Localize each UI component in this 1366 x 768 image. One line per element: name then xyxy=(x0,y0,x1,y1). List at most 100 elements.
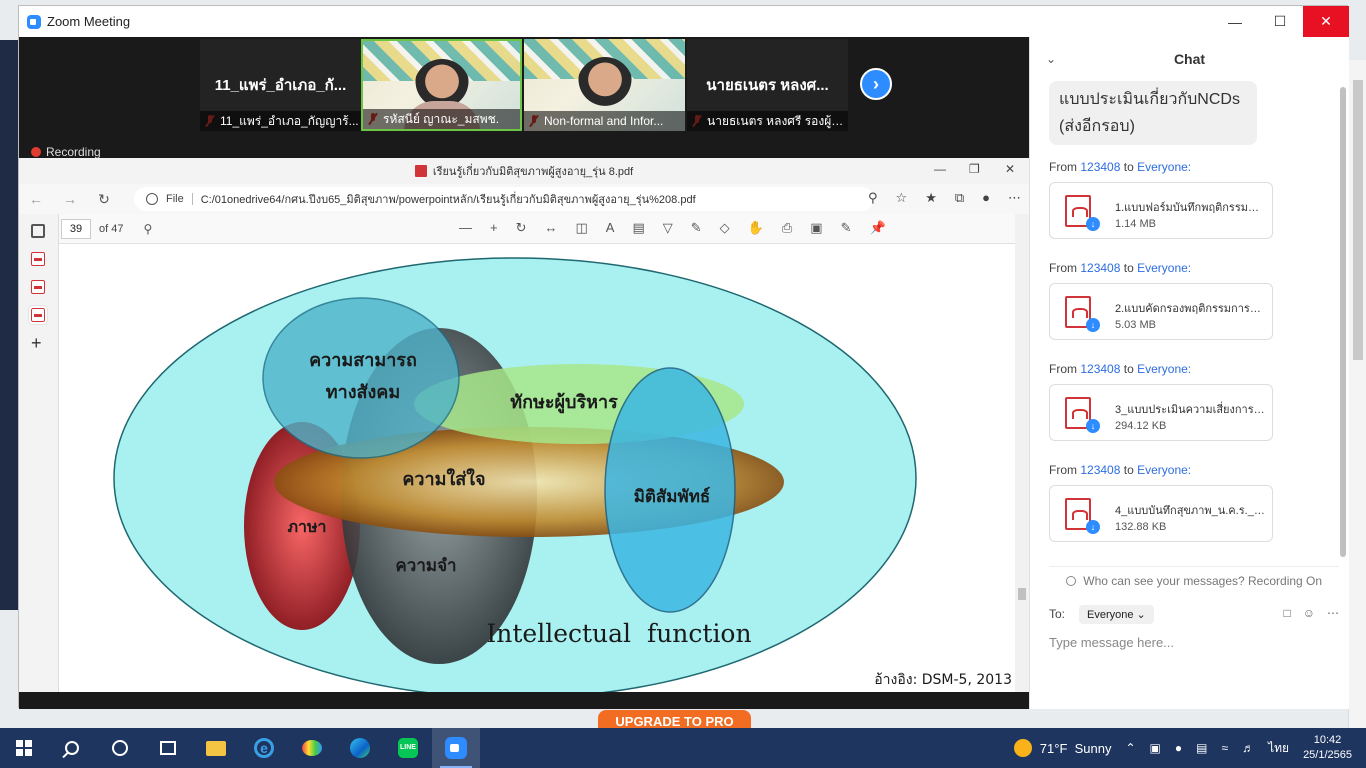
input-language[interactable]: ไทย xyxy=(1268,739,1289,758)
pdf-tab-icon-selected[interactable] xyxy=(29,306,47,324)
refresh-icon[interactable]: ↻ xyxy=(87,191,121,208)
intellectual-function-label: Intellectual function xyxy=(486,619,751,648)
who-can-see-link[interactable]: Who can see your messages? Recording On xyxy=(1049,566,1339,588)
sender-name[interactable]: 123408 xyxy=(1080,160,1120,174)
pdf-maximize-button[interactable]: ❐ xyxy=(969,162,980,176)
zoom-out-icon[interactable]: — xyxy=(459,220,472,236)
recipient-name[interactable]: Everyone: xyxy=(1137,463,1191,477)
touch-icon[interactable]: ✋ xyxy=(748,220,764,236)
pdf-minimize-button[interactable]: — xyxy=(934,162,946,176)
info-icon[interactable] xyxy=(146,193,158,205)
start-button[interactable] xyxy=(0,728,48,768)
participant-tile-active-speaker[interactable]: รหัสนีย์ ญาณะ_มสพช. xyxy=(361,39,522,131)
recording-indicator: Recording xyxy=(31,145,101,159)
save-as-icon[interactable]: ✎ xyxy=(841,220,852,236)
highlight-icon[interactable]: ✎ xyxy=(691,220,702,236)
favorite-star-icon[interactable]: ☆ xyxy=(896,190,908,206)
network-icon[interactable]: ▤ xyxy=(1196,741,1207,755)
pin-toolbar-icon[interactable]: 📌 xyxy=(869,220,885,236)
line-button[interactable]: LINE xyxy=(384,728,432,768)
recipient-name[interactable]: Everyone: xyxy=(1137,362,1191,376)
paint-button[interactable] xyxy=(288,728,336,768)
next-page-arrow-icon[interactable]: › xyxy=(860,68,892,100)
emoji-icon[interactable]: ☺ xyxy=(1303,606,1315,620)
recipient-name[interactable]: Everyone: xyxy=(1137,160,1191,174)
participant-tile[interactable]: นายธเนตร หลงศ... นายธเนตร หลงศรี รองผู้อ… xyxy=(687,39,848,131)
who-can-see-text: Who can see your messages? Recording On xyxy=(1083,574,1323,588)
from-prefix: From xyxy=(1049,160,1077,174)
rotate-icon[interactable]: ↻ xyxy=(516,220,527,236)
task-view-button[interactable] xyxy=(144,728,192,768)
participant-tile[interactable]: 11_แพร่_อำเภอ_กั... 11_แพร่_อำเภอ_กัญญาร… xyxy=(200,39,361,131)
sender-name[interactable]: 123408 xyxy=(1080,463,1120,477)
file-explorer-button[interactable] xyxy=(192,728,240,768)
draw-icon[interactable]: ▽ xyxy=(663,220,673,236)
save-icon[interactable]: ▣ xyxy=(810,220,822,236)
download-icon[interactable]: ↓ xyxy=(1086,419,1100,433)
weather-text[interactable]: 71°F Sunny xyxy=(1040,741,1112,756)
clock[interactable]: 10:42 25/1/2565 xyxy=(1303,733,1352,763)
sender-name[interactable]: 123408 xyxy=(1080,362,1120,376)
contents-icon[interactable] xyxy=(31,224,45,238)
page-number-input[interactable]: 39 xyxy=(61,218,91,239)
show-hidden-icons-chevron-icon[interactable]: ⌃ xyxy=(1125,741,1135,755)
background-scrollbar[interactable] xyxy=(1348,60,1366,728)
wifi-icon[interactable]: ≈ xyxy=(1221,741,1228,755)
pdf-scrollbar[interactable] xyxy=(1015,214,1029,692)
zoom-in-icon[interactable]: + xyxy=(490,220,498,236)
collections-icon[interactable]: ⧉ xyxy=(955,190,964,206)
download-icon[interactable]: ↓ xyxy=(1086,520,1100,534)
fit-page-icon[interactable]: ↔ xyxy=(545,220,558,236)
forward-arrow-icon[interactable]: → xyxy=(53,191,87,207)
file-attachment[interactable]: ↓ 4_แบบบันทึกสุขภาพ_น.ค.ร._ส.ว.... 132.8… xyxy=(1049,485,1273,542)
file-size: 1.14 MB xyxy=(1115,218,1156,230)
pdf-close-button[interactable]: ✕ xyxy=(1005,162,1015,176)
minimize-button[interactable]: — xyxy=(1212,6,1258,37)
zoom-logo-icon xyxy=(27,14,41,29)
text-box-icon[interactable]: ▤ xyxy=(632,220,644,236)
camera-in-use-icon[interactable]: ▣ xyxy=(1150,741,1161,755)
chat-scrollbar[interactable] xyxy=(1340,87,1348,567)
pdf-tab-icon[interactable] xyxy=(31,280,45,294)
edge-button[interactable] xyxy=(336,728,384,768)
find-search-icon[interactable]: ⚲ xyxy=(143,222,152,236)
recipient-name[interactable]: Everyone: xyxy=(1137,261,1191,275)
file-share-icon[interactable]: □ xyxy=(1283,606,1290,620)
recipient-value: Everyone xyxy=(1087,608,1134,621)
chevron-down-icon[interactable]: ⌄ xyxy=(1046,37,1056,81)
profile-avatar-icon[interactable]: ● xyxy=(982,190,990,206)
file-attachment[interactable]: ↓ 1.แบบฟอร์มบันทึกพฤติกรรมสุขภา... 1.14 … xyxy=(1049,182,1273,239)
more-icon[interactable]: ⋯ xyxy=(1327,606,1339,620)
participant-video xyxy=(576,57,633,113)
file-attachment[interactable]: ↓ 2.แบบคัดกรองพฤติกรรมการบริโภ... 5.03 M… xyxy=(1049,283,1273,340)
edge-icon xyxy=(350,738,370,758)
favorites-icon[interactable]: ★ xyxy=(925,190,937,206)
recipient-dropdown[interactable]: Everyone ⌄ xyxy=(1079,604,1154,624)
eraser-icon[interactable]: ◇ xyxy=(720,220,730,236)
cortana-button[interactable] xyxy=(96,728,144,768)
participant-tile[interactable]: Non-formal and Infor... xyxy=(524,39,685,131)
download-icon[interactable]: ↓ xyxy=(1086,318,1100,332)
zoom-search-icon[interactable]: ⚲ xyxy=(868,190,878,206)
close-button[interactable]: ✕ xyxy=(1303,6,1349,37)
volume-icon[interactable]: ♬ xyxy=(1242,741,1254,755)
back-arrow-icon[interactable]: ← xyxy=(19,191,53,207)
add-icon[interactable]: + xyxy=(31,334,45,352)
participant-display-name: นายธเนตร หลงศ... xyxy=(706,77,829,94)
message-input[interactable]: Type message here... xyxy=(1049,635,1174,650)
page-view-icon[interactable]: ◫ xyxy=(576,220,588,236)
internet-explorer-button[interactable]: e xyxy=(240,728,288,768)
print-icon[interactable]: ⎙ xyxy=(782,220,792,236)
read-aloud-icon[interactable]: A xyxy=(606,220,615,236)
search-button[interactable] xyxy=(48,728,96,768)
upgrade-to-pro-button[interactable]: UPGRADE TO PRO xyxy=(598,710,751,728)
file-attachment[interactable]: ↓ 3_แบบประเมินความเสี่ยงการเกิดโร... 294… xyxy=(1049,384,1273,441)
url-field[interactable]: File C:/01onedrive64/กศน.ปีงบ65_มิติสุขภ… xyxy=(134,187,874,211)
download-icon[interactable]: ↓ xyxy=(1086,217,1100,231)
zoom-taskbar-button[interactable] xyxy=(432,728,480,768)
sender-name[interactable]: 123408 xyxy=(1080,261,1120,275)
more-menu-icon[interactable]: ⋯ xyxy=(1008,190,1021,206)
maximize-button[interactable]: ☐ xyxy=(1257,6,1303,37)
microphone-icon[interactable]: ● xyxy=(1175,741,1182,755)
pdf-tab-icon[interactable] xyxy=(31,252,45,266)
